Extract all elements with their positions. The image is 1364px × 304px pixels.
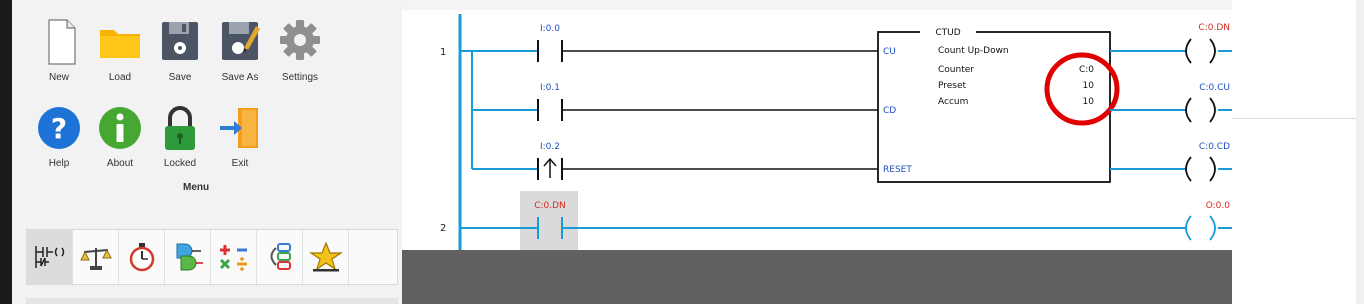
left-edge bbox=[0, 0, 12, 304]
ctud-subtitle: Count Up-Down bbox=[938, 46, 1009, 56]
new-file-icon bbox=[48, 19, 76, 65]
right-divider bbox=[1232, 118, 1358, 119]
new-button[interactable]: New bbox=[29, 18, 89, 83]
ladder-contacts-button[interactable] bbox=[27, 230, 73, 284]
contact-i00-tag: I:0.0 bbox=[540, 24, 560, 34]
coil-c0dn-tag: C:0.DN bbox=[1198, 23, 1230, 33]
accum-value[interactable]: 10 bbox=[1083, 97, 1095, 107]
coil-c0cu-tag: C:0.CU bbox=[1199, 83, 1230, 93]
help-button[interactable]: ? Help bbox=[29, 104, 89, 169]
rung-number-2: 2 bbox=[440, 223, 446, 234]
save-label: Save bbox=[168, 72, 192, 83]
floppy-pencil-icon bbox=[222, 22, 260, 60]
contact-i02-rising-edge[interactable] bbox=[537, 157, 563, 180]
pin-cd: CD bbox=[883, 106, 896, 116]
data-move-button[interactable] bbox=[257, 230, 303, 284]
svg-text:?: ? bbox=[51, 112, 67, 145]
timer-button[interactable] bbox=[119, 230, 165, 284]
math-button[interactable] bbox=[211, 230, 257, 284]
about-label: About bbox=[106, 158, 134, 169]
stopwatch-timer-icon bbox=[129, 243, 154, 272]
coil-o00[interactable] bbox=[1185, 215, 1232, 241]
exit-label: Exit bbox=[231, 158, 249, 169]
preset-value[interactable]: 10 bbox=[1083, 81, 1095, 91]
coil-c0dn[interactable] bbox=[1185, 38, 1232, 64]
ladder-canvas: 1 2 I:0.0 I:0.1 I:0.2 CTUD Count Up-Down… bbox=[402, 0, 1232, 250]
star-favorite-icon bbox=[308, 242, 343, 272]
pin-reset: RESET bbox=[883, 165, 912, 175]
info-icon bbox=[99, 107, 141, 149]
preset-label: Preset bbox=[938, 81, 967, 91]
logic-gate-button[interactable] bbox=[165, 230, 211, 284]
about-button[interactable]: About bbox=[90, 104, 150, 169]
contact-i00[interactable] bbox=[537, 40, 563, 62]
save-button[interactable]: Save bbox=[150, 18, 210, 83]
save-as-label: Save As bbox=[221, 72, 259, 83]
rung-number-1: 1 bbox=[440, 47, 446, 58]
accum-label: Accum bbox=[938, 97, 968, 107]
coil-c0cd-tag: C:0.CD bbox=[1199, 142, 1230, 152]
settings-label: Settings bbox=[281, 72, 319, 83]
locked-label: Locked bbox=[163, 158, 197, 169]
contact-c0dn-highlight bbox=[520, 191, 578, 250]
load-button[interactable]: Load bbox=[90, 18, 150, 83]
coil-o00-tag: O:0.0 bbox=[1206, 201, 1231, 211]
contact-i02-tag: I:0.2 bbox=[540, 142, 560, 152]
lower-panel bbox=[402, 250, 1232, 304]
coil-c0cd[interactable] bbox=[1185, 156, 1232, 182]
gear-icon bbox=[280, 20, 320, 60]
contact-i01[interactable] bbox=[537, 99, 563, 121]
palette-footer bbox=[26, 298, 398, 304]
logic-gate-icon bbox=[176, 243, 203, 271]
instruction-palette bbox=[26, 229, 398, 285]
math-operators-icon bbox=[219, 245, 247, 271]
settings-button[interactable]: Settings bbox=[270, 18, 330, 83]
floppy-disk-icon bbox=[162, 22, 198, 60]
favorites-button[interactable] bbox=[303, 230, 349, 284]
right-scrollbar[interactable] bbox=[1356, 0, 1364, 304]
counter-value[interactable]: C:0 bbox=[1079, 65, 1094, 75]
exit-button[interactable]: Exit bbox=[210, 104, 270, 169]
ctud-title: CTUD bbox=[935, 28, 960, 38]
folder-icon bbox=[100, 30, 140, 58]
save-as-button[interactable]: Save As bbox=[210, 18, 270, 83]
toolbar-panel: New Load Save Save As Settings ? Help Ab… bbox=[0, 0, 402, 304]
right-panel bbox=[1232, 0, 1364, 304]
padlock-icon bbox=[165, 106, 195, 150]
counter-label: Counter bbox=[938, 65, 974, 75]
load-label: Load bbox=[108, 72, 132, 83]
contact-c0dn-tag: C:0.DN bbox=[534, 201, 566, 211]
coil-c0cu[interactable] bbox=[1185, 97, 1232, 123]
locked-button[interactable]: Locked bbox=[150, 104, 210, 169]
ladder-contacts-icon bbox=[34, 246, 64, 268]
menu-section-label: Menu bbox=[183, 182, 210, 193]
new-label: New bbox=[48, 72, 69, 83]
exit-door-icon bbox=[220, 108, 258, 148]
contact-i01-tag: I:0.1 bbox=[540, 83, 560, 93]
balance-compare-icon bbox=[79, 248, 112, 270]
data-move-icon bbox=[270, 243, 291, 270]
pin-cu: CU bbox=[883, 47, 896, 57]
help-label: Help bbox=[48, 158, 70, 169]
compare-button[interactable] bbox=[73, 230, 119, 284]
help-icon: ? bbox=[38, 107, 80, 149]
